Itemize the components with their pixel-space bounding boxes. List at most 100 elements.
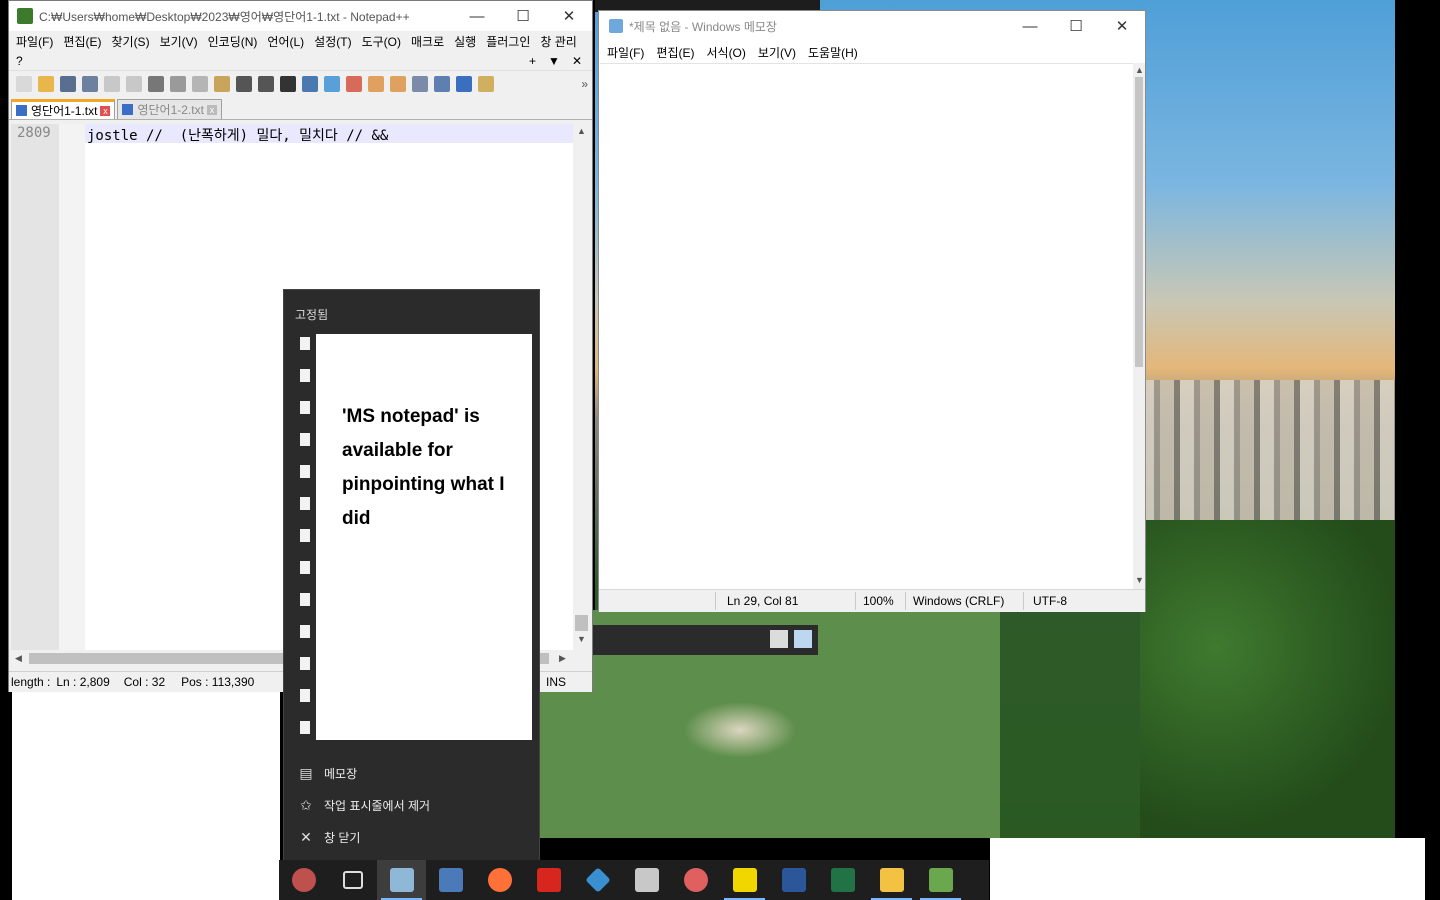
pinned-file-icon[interactable] (300, 497, 310, 510)
scroll-up-icon[interactable]: ▲ (577, 126, 586, 136)
acrobat-icon[interactable] (524, 860, 573, 900)
pinned-file-icon[interactable] (300, 433, 310, 446)
close-all-icon[interactable] (126, 76, 142, 92)
scroll-right-icon[interactable]: ▶ (559, 653, 566, 664)
word-wrap-icon[interactable] (412, 76, 428, 92)
scroll-left-icon[interactable]: ◀ (15, 653, 22, 664)
pinned-file-icon[interactable] (300, 465, 310, 478)
maximize-button[interactable]: ☐ (500, 1, 546, 31)
notepadpp-titlebar[interactable]: C:₩Users₩home₩Desktop₩2023₩영어₩영단어1-1.txt… (9, 1, 592, 31)
notepad-text-area[interactable] (600, 63, 1134, 590)
excel-icon[interactable] (818, 860, 867, 900)
zoom-out-icon[interactable] (346, 76, 362, 92)
vertical-scrollbar[interactable]: ▲ ▼ (573, 124, 590, 650)
menu-window[interactable]: 창 관리 (537, 32, 583, 51)
menu-plugins[interactable]: 플러그인 (483, 32, 537, 51)
firefox-icon[interactable] (475, 860, 524, 900)
task-view-icon[interactable] (328, 860, 377, 900)
tab-close-icon[interactable]: x (206, 104, 217, 115)
close-button[interactable]: ✕ (1099, 11, 1145, 41)
paint-icon[interactable] (671, 860, 720, 900)
menu-language[interactable]: 언어(L) (264, 32, 311, 51)
menu-encoding[interactable]: 인코딩(N) (205, 32, 265, 51)
pinned-file-icon[interactable] (300, 401, 310, 414)
scrollbar-thumb[interactable] (575, 615, 588, 631)
cut-icon[interactable] (170, 76, 186, 92)
jumplist-close-window[interactable]: ✕ 창 닫기 (298, 824, 360, 850)
jumplist-open-notepad[interactable]: ▤ 메모장 (298, 760, 357, 786)
pinned-file-icon[interactable] (300, 593, 310, 606)
acrobat-icon-glyph (536, 868, 561, 892)
menu-format[interactable]: 서식(O) (702, 44, 753, 61)
redo-icon[interactable] (258, 76, 274, 92)
scroll-down-icon[interactable]: ▼ (1135, 575, 1144, 585)
paste-icon[interactable] (214, 76, 230, 92)
save-all-icon[interactable] (82, 76, 98, 92)
open-file-icon[interactable] (38, 76, 54, 92)
toolbar-overflow-icon[interactable]: » (581, 77, 588, 91)
doc-map-icon[interactable] (478, 76, 494, 92)
menu-settings[interactable]: 설정(T) (311, 32, 358, 51)
tab-close-icon[interactable]: x (100, 105, 111, 116)
scrollbar-thumb[interactable] (1135, 77, 1143, 367)
show-all-chars-icon[interactable] (434, 76, 450, 92)
mail-icon[interactable] (622, 860, 671, 900)
tab-file-1[interactable]: 영단어1-1.txt x (11, 99, 116, 119)
menu-edit[interactable]: 편집(E) (652, 44, 702, 61)
notepad-icon[interactable] (377, 860, 426, 900)
pinned-file-icon[interactable] (300, 657, 310, 670)
notepad-titlebar[interactable]: *제목 없음 - Windows 메모장 — ☐ ✕ (599, 11, 1145, 41)
pinned-file-icon[interactable] (300, 337, 310, 350)
close-button[interactable]: ✕ (546, 1, 592, 31)
menu-help[interactable]: ? (13, 51, 30, 71)
print-icon[interactable] (148, 76, 164, 92)
network-tool-icon[interactable] (573, 860, 622, 900)
menu-tools[interactable]: 도구(O) (359, 32, 408, 51)
sync-vertical-icon[interactable] (368, 76, 384, 92)
replace-icon[interactable] (302, 76, 318, 92)
pinned-file-icon[interactable] (300, 625, 310, 638)
vertical-scrollbar[interactable]: ▲ ▼ (1133, 63, 1145, 589)
sync-horizontal-icon[interactable] (390, 76, 406, 92)
pinned-file-icon[interactable] (300, 561, 310, 574)
menu-view[interactable]: 보기(V) (157, 32, 205, 51)
custom-app-icon[interactable] (279, 860, 328, 900)
pinned-file-icon[interactable] (300, 529, 310, 542)
menu-search[interactable]: 찾기(S) (108, 32, 156, 51)
notepadpp-icon[interactable] (916, 860, 965, 900)
minimize-button[interactable]: — (1007, 11, 1053, 41)
word-icon[interactable] (769, 860, 818, 900)
scroll-up-icon[interactable]: ▲ (1135, 65, 1144, 75)
zoom-in-icon[interactable] (324, 76, 340, 92)
minimize-button[interactable]: — (454, 1, 500, 31)
copy-icon[interactable] (192, 76, 208, 92)
menu-file[interactable]: 파일(F) (13, 32, 60, 51)
tab-list-dropdown-button[interactable]: ▼ (542, 51, 566, 71)
calculator-icon[interactable] (426, 860, 475, 900)
indent-guide-icon[interactable] (456, 76, 472, 92)
sticky-notes-icon[interactable] (720, 860, 769, 900)
menu-view[interactable]: 보기(V) (754, 44, 804, 61)
jumplist-unpin[interactable]: ✩ 작업 표시줄에서 제거 (298, 792, 430, 818)
file-explorer-icon[interactable] (867, 860, 916, 900)
menu-file[interactable]: 파일(F) (603, 44, 652, 61)
new-tab-plus-button[interactable]: + (523, 51, 542, 71)
tab-file-2[interactable]: 영단어1-2.txt x (117, 99, 222, 119)
pinned-file-icon[interactable] (300, 369, 310, 382)
save-icon[interactable] (60, 76, 76, 92)
menu-run[interactable]: 실행 (451, 32, 483, 51)
close-file-icon[interactable] (104, 76, 120, 92)
line-text[interactable]: jostle // (난폭하게) 밀다, 밀치다 // && (87, 125, 388, 145)
maximize-button[interactable]: ☐ (1053, 11, 1099, 41)
notepad-window[interactable]: *제목 없음 - Windows 메모장 — ☐ ✕ 파일(F) 편집(E) 서… (598, 10, 1146, 612)
pinned-file-icon[interactable] (300, 721, 310, 734)
menu-help[interactable]: 도움말(H) (804, 44, 866, 61)
new-file-icon[interactable] (16, 76, 32, 92)
menu-edit[interactable]: 편집(E) (60, 32, 108, 51)
undo-icon[interactable] (236, 76, 252, 92)
pinned-file-icon[interactable] (300, 689, 310, 702)
menu-macro[interactable]: 매크로 (408, 32, 451, 51)
find-icon[interactable] (280, 76, 296, 92)
close-tab-button[interactable]: ✕ (566, 51, 588, 71)
scroll-down-icon[interactable]: ▼ (577, 634, 586, 644)
